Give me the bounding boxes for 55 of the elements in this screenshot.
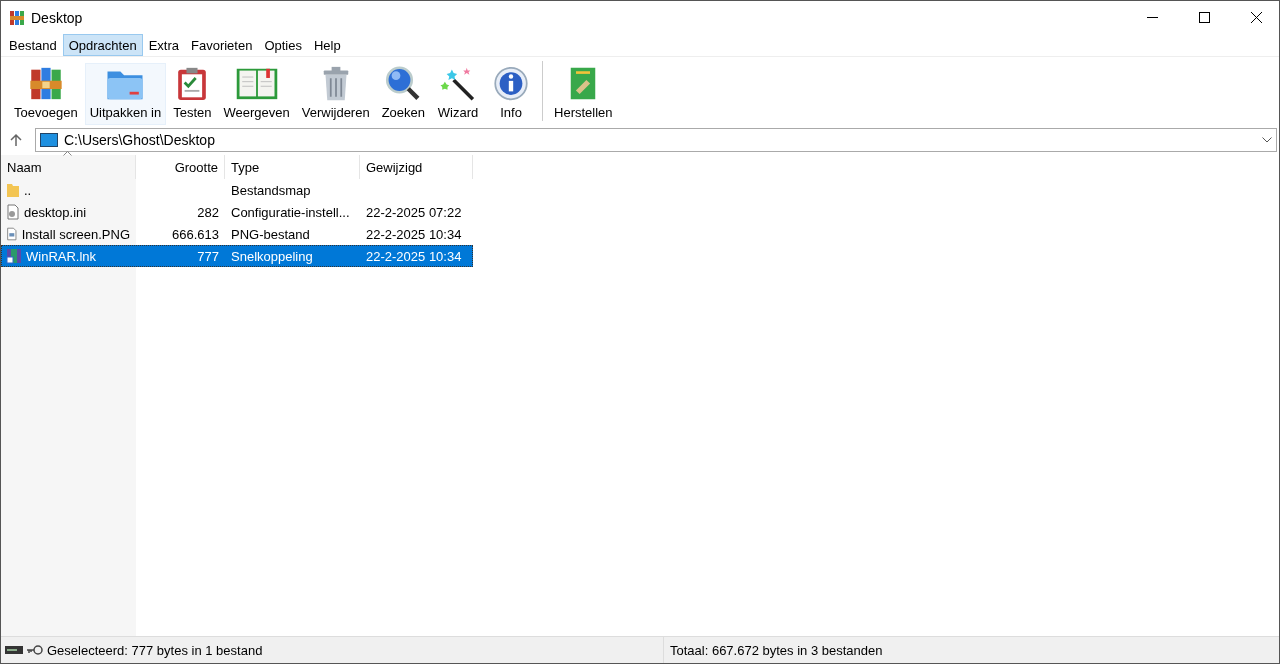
file-date: 22-2-2025 07:22 xyxy=(366,204,462,220)
file-name: .. xyxy=(24,182,32,198)
image-file-icon xyxy=(6,226,18,242)
file-name: desktop.ini xyxy=(24,204,87,220)
folder-icon xyxy=(6,182,20,198)
menu-item[interactable]: Extra xyxy=(142,34,185,56)
drive-icon xyxy=(5,646,23,654)
dropdown-caret-icon[interactable] xyxy=(1262,137,1272,143)
toolbar-button[interactable]: Herstellen xyxy=(549,63,618,125)
toolbar-button[interactable]: Toevoegen xyxy=(9,63,83,125)
minimize-icon xyxy=(1146,17,1158,18)
toolbar-button[interactable]: Zoeken xyxy=(376,63,431,125)
file-type: PNG-bestand xyxy=(231,226,310,242)
menu-item[interactable]: Opties xyxy=(258,34,308,56)
file-name: Install screen.PNG xyxy=(21,226,130,242)
toolbar-button[interactable]: Wizard xyxy=(432,63,485,125)
file-date: 22-2-2025 10:34 xyxy=(366,226,462,242)
key-icon xyxy=(27,645,43,655)
column-header[interactable]: Naam xyxy=(1,155,136,179)
file-date: 22-2-2025 10:34 xyxy=(366,248,462,264)
toolbar-button[interactable]: Info xyxy=(486,63,537,125)
close-icon xyxy=(1250,12,1262,23)
file-size: 666.613 xyxy=(172,226,219,242)
file-type: Snelkoppeling xyxy=(231,248,313,264)
menu-item[interactable]: Help xyxy=(308,34,347,56)
window-title: Desktop xyxy=(31,9,84,26)
status-total: Totaal: 667.672 bytes in 3 bestanden xyxy=(669,642,883,658)
status-selected: Geselecteerd: 777 bytes in 1 bestand xyxy=(47,642,263,658)
file-name: WinRAR.lnk xyxy=(26,248,97,264)
file-row[interactable]: WinRAR.lnk 777 Snelkoppeling 22-2-2025 10:34 xyxy=(1,245,473,267)
settings-file-icon xyxy=(6,204,20,220)
column-header[interactable]: Gewijzigd xyxy=(360,155,473,179)
file-type: Configuratie-instell... xyxy=(231,204,350,220)
maximize-icon xyxy=(1198,12,1210,23)
up-arrow-icon[interactable] xyxy=(9,133,23,147)
file-row[interactable]: desktop.ini 282 Configuratie-instell... 22-2-2025 07:22 xyxy=(1,201,473,223)
menu-item[interactable]: Bestand xyxy=(3,34,63,56)
file-size: 777 xyxy=(197,248,219,264)
app-icon xyxy=(9,9,25,26)
sort-caret-icon xyxy=(63,151,72,156)
address-field[interactable]: C:\Users\Ghost\Desktop xyxy=(35,128,1277,152)
toolbar-button[interactable]: Testen xyxy=(168,63,217,125)
file-row[interactable]: Install screen.PNG 666.613 PNG-bestand 22-2-2025 10:34 xyxy=(1,223,473,245)
menu-item[interactable]: Opdrachten xyxy=(62,34,143,56)
menu-item[interactable]: Favorieten xyxy=(185,34,259,56)
column-header[interactable]: Type xyxy=(225,155,360,179)
shortcut-icon xyxy=(6,248,22,264)
toolbar-button[interactable]: Uitpakken in xyxy=(84,63,167,125)
column-header[interactable]: Grootte xyxy=(136,155,225,179)
file-size: 282 xyxy=(197,204,219,220)
toolbar-button[interactable]: Weergeven xyxy=(218,63,295,125)
file-type: Bestandsmap xyxy=(231,182,311,198)
file-row[interactable]: .. Bestandsmap xyxy=(1,179,473,201)
monitor-icon xyxy=(40,133,58,147)
toolbar-button[interactable]: Verwijderen xyxy=(296,63,375,125)
